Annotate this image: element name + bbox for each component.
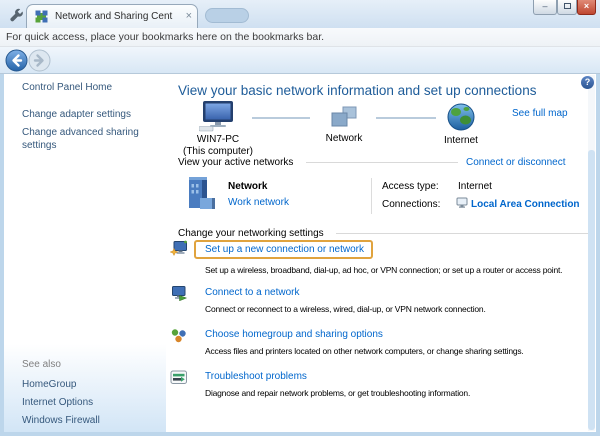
window-close-button[interactable]: × (577, 0, 596, 15)
computer-icon[interactable] (199, 101, 237, 132)
network-node-icon[interactable] (329, 105, 359, 129)
sidebar-item-change-adapter-settings[interactable]: Change adapter settings (22, 109, 131, 120)
connect-to-network-desc: Connect or reconnect to a wireless, wire… (205, 304, 486, 314)
sidebar-item-change-advanced-sharing[interactable]: Change advanced sharing settings (22, 126, 144, 152)
internet-globe-icon[interactable] (447, 103, 475, 131)
tab-close-icon[interactable]: × (186, 9, 192, 23)
new-connection-icon (170, 240, 187, 257)
map-link-line (252, 117, 310, 119)
window-minimize-button[interactable]: – (533, 0, 557, 15)
sidebar-item-windows-firewall[interactable]: Windows Firewall (22, 415, 100, 426)
bookmarks-bar: For quick access, place your bookmarks h… (0, 28, 600, 47)
connect-to-network-link[interactable]: Connect to a network (205, 287, 300, 299)
setup-new-connection-desc: Set up a wireless, broadband, dial-up, a… (205, 265, 563, 275)
active-network-name: Network (228, 181, 268, 192)
back-button[interactable] (5, 49, 28, 72)
active-networks-header: View your active networks (178, 157, 294, 168)
navigation-bar: Control Panel Network and Internet Netwo… (0, 47, 600, 117)
network-sharing-favicon (35, 10, 48, 23)
map-network-label: Network (325, 133, 363, 144)
connections-label: Connections: (382, 199, 441, 210)
maximize-icon (563, 3, 571, 9)
browser-window: Network and Sharing Cent × – × For quick… (0, 0, 600, 436)
connect-or-disconnect-link[interactable]: Connect or disconnect (466, 157, 566, 169)
sidebar-item-control-panel-home[interactable]: Control Panel Home (22, 82, 112, 93)
bookmarks-hint: For quick access, place your bookmarks h… (6, 31, 325, 43)
window-border-right (596, 74, 600, 436)
window-border-bottom (0, 432, 600, 436)
see-also-header: See also (22, 359, 61, 370)
see-full-map-link[interactable]: See full map (512, 108, 568, 120)
settings-header: Change your networking settings (178, 228, 324, 239)
troubleshoot-icon (170, 370, 187, 384)
help-icon[interactable]: ? (581, 76, 594, 89)
tab-title: Network and Sharing Cent (55, 11, 173, 22)
troubleshoot-problems-link[interactable]: Troubleshoot problems (205, 371, 307, 383)
active-network-buildings-icon (189, 177, 215, 209)
work-network-link[interactable]: Work network (228, 197, 289, 209)
sidebar-item-internet-options[interactable]: Internet Options (22, 397, 93, 408)
active-network-divider (371, 178, 372, 214)
forward-button-disabled[interactable] (28, 49, 51, 72)
sidebar-item-homegroup[interactable]: HomeGroup (22, 379, 76, 390)
page-title: View your basic network information and … (178, 83, 537, 98)
map-computer-label: WIN7-PC (196, 134, 240, 145)
troubleshoot-problems-desc: Diagnose and repair network problems, or… (205, 388, 471, 398)
homegroup-icon (171, 328, 187, 343)
browser-tab[interactable]: Network and Sharing Cent × (26, 4, 198, 28)
access-type-label: Access type: (382, 181, 439, 192)
local-area-connection-link[interactable]: Local Area Connection (471, 199, 580, 211)
access-type-value: Internet (458, 181, 492, 192)
map-link-line (376, 117, 436, 119)
window-maximize-button[interactable] (557, 0, 577, 15)
map-internet-label: Internet (444, 135, 478, 146)
lan-connection-icon (456, 197, 468, 208)
section-rule (306, 162, 458, 163)
setup-new-connection-link[interactable]: Set up a new connection or network (205, 244, 364, 256)
homegroup-sharing-desc: Access files and printers located on oth… (205, 346, 524, 356)
section-rule (336, 233, 588, 234)
tab-strip: Network and Sharing Cent × – × (0, 0, 600, 28)
connect-to-network-icon (172, 286, 188, 302)
homegroup-sharing-link[interactable]: Choose homegroup and sharing options (205, 329, 383, 341)
new-tab-button[interactable] (205, 8, 249, 23)
wrench-icon[interactable] (8, 7, 24, 23)
